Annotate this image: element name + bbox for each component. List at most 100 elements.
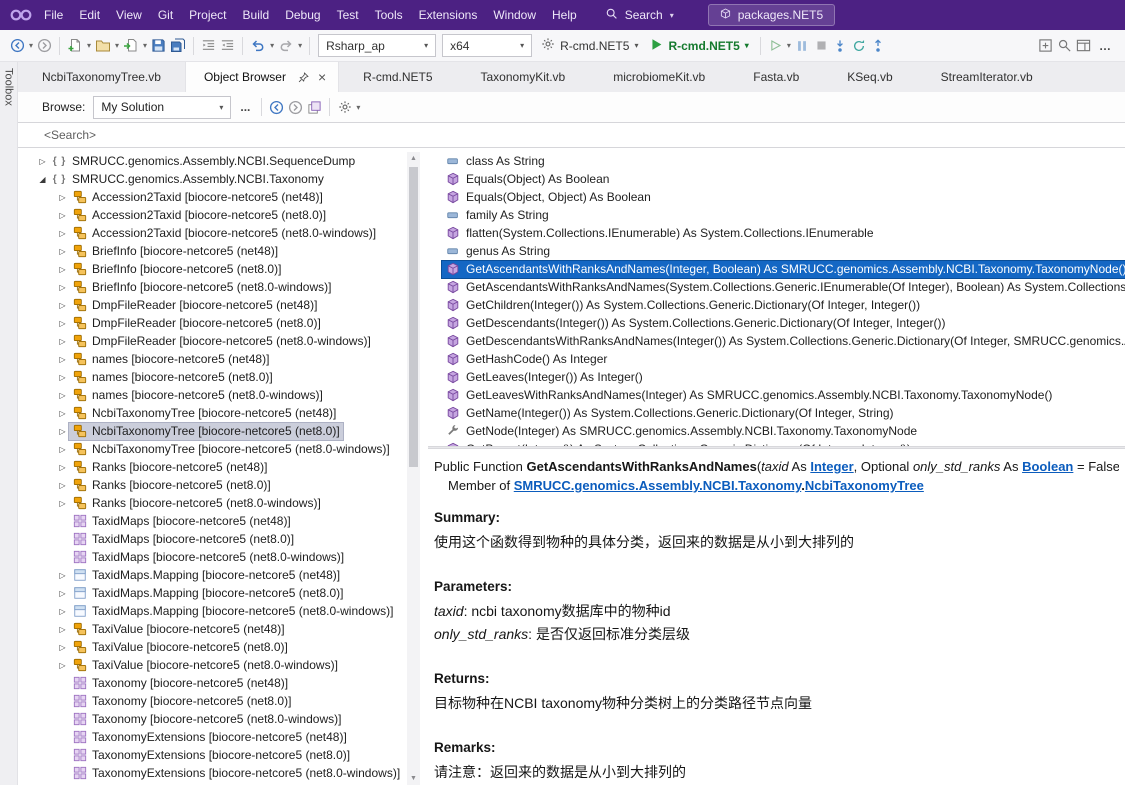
menu-item-file[interactable]: File (36, 4, 71, 26)
tree-item[interactable]: ▷names [biocore-netcore5 (net8.0)] (18, 368, 406, 386)
menu-item-window[interactable]: Window (485, 4, 544, 26)
step-into-button[interactable] (831, 34, 850, 58)
menu-item-project[interactable]: Project (181, 4, 234, 26)
expander-icon[interactable]: ▷ (56, 283, 69, 292)
tree-item[interactable]: ▷DmpFileReader [biocore-netcore5 (net8.0… (18, 314, 406, 332)
pin-icon[interactable] (298, 72, 309, 83)
expander-icon[interactable]: ▷ (56, 229, 69, 238)
open-file-dropdown[interactable]: ▾ (113, 41, 121, 50)
tree-item[interactable]: ▷Ranks [biocore-netcore5 (net8.0)] (18, 476, 406, 494)
tree-item[interactable]: ▷NcbiTaxonomyTree [biocore-netcore5 (net… (18, 440, 406, 458)
tree-item[interactable]: ▷DmpFileReader [biocore-netcore5 (net48)… (18, 296, 406, 314)
member-item[interactable]: flatten(System.Collections.IEnumerable) … (428, 224, 1125, 242)
tree-item[interactable]: ▷TaxiValue [biocore-netcore5 (net8.0-win… (18, 656, 406, 674)
expander-icon[interactable]: ▷ (56, 247, 69, 256)
expander-icon[interactable]: ▷ (56, 373, 69, 382)
member-item[interactable]: Equals(Object, Object) As Boolean (428, 188, 1125, 206)
tree-item[interactable]: ▷DmpFileReader [biocore-netcore5 (net8.0… (18, 332, 406, 350)
tree-item[interactable]: Taxonomy [biocore-netcore5 (net48)] (18, 674, 406, 692)
member-item[interactable]: GetAscendantsWithRanksAndNames(Integer, … (428, 260, 1125, 278)
expander-icon[interactable]: ▷ (56, 661, 69, 670)
tree-item[interactable]: TaxonomyExtensions [biocore-netcore5 (ne… (18, 728, 406, 746)
show-containers-icon[interactable] (305, 95, 324, 119)
expander-icon[interactable]: ▷ (56, 265, 69, 274)
tree-item[interactable]: ▷names [biocore-netcore5 (net48)] (18, 350, 406, 368)
tree-item[interactable]: ▷BriefInfo [biocore-netcore5 (net48)] (18, 242, 406, 260)
member-item[interactable]: GetLeavesWithRanksAndNames(Integer) As S… (428, 386, 1125, 404)
tree-item[interactable]: TaxidMaps [biocore-netcore5 (net8.0)] (18, 530, 406, 548)
browse-scope-combo[interactable]: My Solution ▾ (93, 96, 231, 119)
object-browser-settings-button[interactable] (335, 95, 354, 119)
expander-icon[interactable]: ▷ (56, 499, 69, 508)
tree-item[interactable]: ▷TaxiValue [biocore-netcore5 (net48)] (18, 620, 406, 638)
menu-item-debug[interactable]: Debug (277, 4, 328, 26)
expander-icon[interactable]: ▷ (56, 589, 69, 598)
expander-icon[interactable]: ▷ (56, 409, 69, 418)
expander-icon[interactable]: ▷ (36, 157, 49, 166)
member-item[interactable]: genus As String (428, 242, 1125, 260)
tree-item[interactable]: Taxonomy [biocore-netcore5 (net8.0-windo… (18, 710, 406, 728)
nav-forward-button[interactable] (35, 34, 54, 58)
tree-item[interactable]: TaxonomyExtensions [biocore-netcore5 (ne… (18, 764, 406, 782)
member-item[interactable]: Equals(Object) As Boolean (428, 170, 1125, 188)
expander-icon[interactable]: ▷ (56, 625, 69, 634)
nav-back-dropdown[interactable]: ▾ (27, 41, 35, 50)
tree-item[interactable]: ▷BriefInfo [biocore-netcore5 (net8.0)] (18, 260, 406, 278)
debug-target-combo[interactable]: R-cmd.NET5 ▾ (535, 37, 644, 54)
tree-item[interactable]: ▷TaxidMaps.Mapping [biocore-netcore5 (ne… (18, 566, 406, 584)
tree-item[interactable]: ▷Accession2Taxid [biocore-netcore5 (net4… (18, 188, 406, 206)
expander-icon[interactable]: ◢ (36, 175, 49, 184)
tab-taxonomykit-vb[interactable]: TaxonomyKit.vb (457, 62, 590, 92)
scrollbar-thumb[interactable] (409, 167, 418, 467)
member-item[interactable]: GetNode(Integer) As SMRUCC.genomics.Asse… (428, 422, 1125, 440)
tree-item[interactable]: ▷TaxidMaps.Mapping [biocore-netcore5 (ne… (18, 584, 406, 602)
pause-button[interactable] (793, 34, 812, 58)
menu-item-git[interactable]: Git (150, 4, 181, 26)
menu-item-extensions[interactable]: Extensions (411, 4, 486, 26)
tree-item[interactable]: ▷TaxiValue [biocore-netcore5 (net8.0)] (18, 638, 406, 656)
member-item[interactable]: GetDescendants(Integer()) As System.Coll… (428, 314, 1125, 332)
expander-icon[interactable]: ▷ (56, 571, 69, 580)
tree-item[interactable]: ▷Ranks [biocore-netcore5 (net48)] (18, 458, 406, 476)
outdent-icon[interactable] (199, 34, 218, 58)
tree-item[interactable]: ▷Accession2Taxid [biocore-netcore5 (net8… (18, 206, 406, 224)
add-item-button[interactable] (121, 34, 141, 58)
member-item[interactable]: GetLeaves(Integer()) As Integer() (428, 368, 1125, 386)
expander-icon[interactable]: ▷ (56, 463, 69, 472)
restart-button[interactable] (850, 34, 869, 58)
member-item[interactable]: GetHashCode() As Integer (428, 350, 1125, 368)
expander-icon[interactable]: ▷ (56, 193, 69, 202)
vertical-splitter[interactable] (420, 148, 428, 785)
expander-icon[interactable]: ▷ (56, 481, 69, 490)
tree-item[interactable]: ▷TaxidMaps.Mapping [biocore-netcore5 (ne… (18, 602, 406, 620)
tree-item[interactable]: ▷NcbiTaxonomyTree [biocore-netcore5 (net… (18, 404, 406, 422)
expander-icon[interactable]: ▷ (56, 319, 69, 328)
tree-item[interactable]: ▷NcbiTaxonomyTree [biocore-netcore5 (net… (18, 422, 406, 440)
redo-button[interactable] (276, 34, 296, 58)
type-link[interactable]: Boolean (1022, 459, 1073, 474)
expander-icon[interactable]: ▷ (56, 445, 69, 454)
tree-item[interactable]: ▷Ranks [biocore-netcore5 (net8.0-windows… (18, 494, 406, 512)
tree-item[interactable]: ▷BriefInfo [biocore-netcore5 (net8.0-win… (18, 278, 406, 296)
save-all-button[interactable] (168, 34, 188, 58)
new-file-button[interactable] (65, 34, 85, 58)
member-item[interactable]: class As String (428, 152, 1125, 170)
run-button[interactable]: R-cmd.NET5 ▾ (644, 38, 754, 54)
object-browser-settings-dropdown[interactable]: ▾ (354, 103, 362, 112)
open-file-button[interactable] (93, 34, 113, 58)
tab-microbiomekit-vb[interactable]: microbiomeKit.vb (589, 62, 729, 92)
member-item[interactable]: GetName(Integer()) As System.Collections… (428, 404, 1125, 422)
expander-icon[interactable]: ▷ (56, 211, 69, 220)
tab-object-browser[interactable]: Object Browser× (185, 62, 339, 92)
tab-kseq-vb[interactable]: KSeq.vb (823, 62, 916, 92)
undo-button[interactable] (248, 34, 268, 58)
scroll-down-icon[interactable]: ▼ (407, 772, 420, 785)
expander-icon[interactable]: ▷ (56, 643, 69, 652)
type-link[interactable]: NcbiTaxonomyTree (805, 478, 924, 493)
expander-icon[interactable]: ▷ (56, 607, 69, 616)
expander-icon[interactable]: ▷ (56, 301, 69, 310)
toolbox-tab[interactable]: Toolbox (0, 62, 18, 785)
redo-dropdown[interactable]: ▾ (296, 41, 304, 50)
package-project-button[interactable]: packages.NET5 (708, 4, 835, 26)
tab-streamiterator-vb[interactable]: StreamIterator.vb (917, 62, 1057, 92)
